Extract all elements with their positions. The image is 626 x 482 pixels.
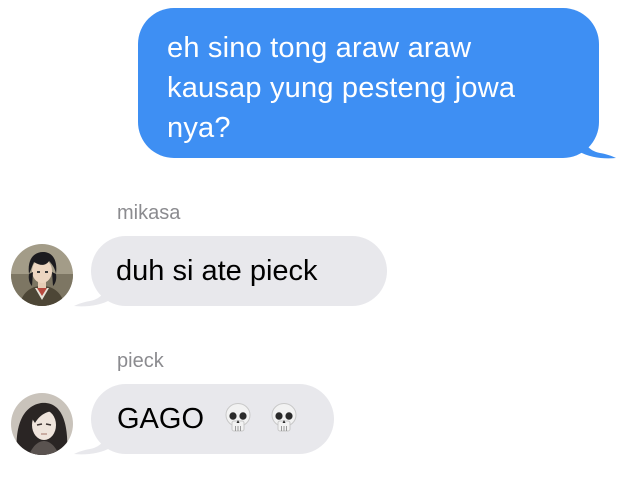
incoming-message-mikasa[interactable]: duh si ate pieck bbox=[74, 236, 387, 307]
message-text: duh si ate pieck bbox=[116, 255, 318, 287]
incoming-bubble: GAGO bbox=[91, 384, 334, 454]
skull-emoji-icon bbox=[225, 403, 251, 432]
skull-emoji-icon bbox=[271, 403, 297, 432]
pieck-avatar-icon[interactable] bbox=[11, 393, 73, 455]
incoming-message-pieck[interactable]: GAGO bbox=[74, 384, 334, 455]
message-line: eh sino tong araw araw bbox=[167, 32, 472, 64]
sender-name-pieck: pieck bbox=[117, 350, 164, 372]
message-line: nya? bbox=[167, 112, 231, 144]
message-line: kausap yung pesteng jowa bbox=[167, 72, 516, 104]
sender-name-mikasa: mikasa bbox=[117, 202, 181, 224]
outgoing-bubble: eh sino tong araw araw kausap yung peste… bbox=[138, 8, 599, 158]
mikasa-avatar-icon[interactable] bbox=[11, 244, 73, 306]
message-text: GAGO bbox=[117, 403, 205, 435]
incoming-bubble: duh si ate pieck bbox=[91, 236, 387, 306]
outgoing-message[interactable]: eh sino tong araw araw kausap yung peste… bbox=[138, 8, 616, 159]
